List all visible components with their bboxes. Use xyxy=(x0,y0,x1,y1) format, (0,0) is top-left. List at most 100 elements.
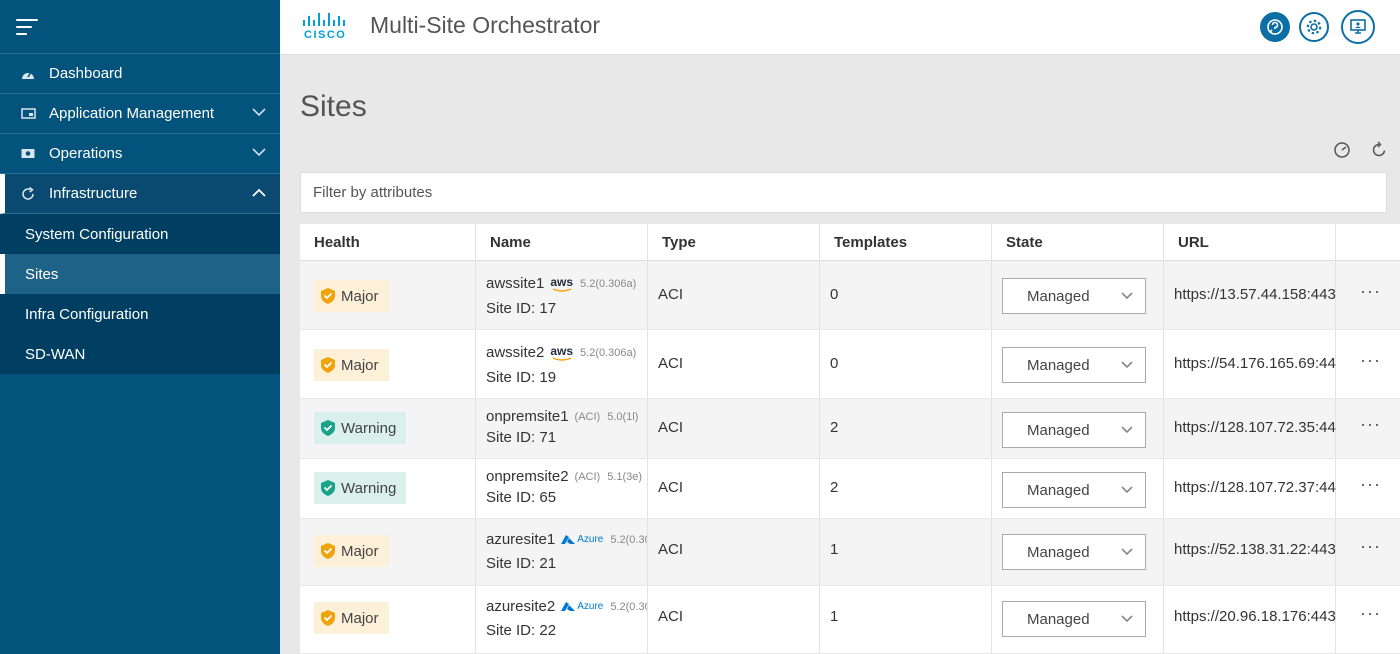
state-value: Managed xyxy=(1027,481,1090,499)
site-id: Site ID: 19 xyxy=(486,369,557,386)
site-url[interactable]: https://54.176.165.69:443 xyxy=(1174,355,1336,372)
table-row[interactable]: Major azuresite2 Azure 5.2(0.306a) Site … xyxy=(300,586,1400,654)
site-version: 5.2(0.306a) xyxy=(610,533,647,546)
column-header-templates[interactable]: Templates xyxy=(820,224,992,261)
chevron-down-icon xyxy=(1121,615,1133,623)
sidebar-item-label: Infrastructure xyxy=(49,185,138,202)
azure-logo: Azure xyxy=(561,601,603,612)
ellipsis-icon[interactable]: ··· xyxy=(1360,603,1381,624)
site-url[interactable]: https://128.107.72.37:443 xyxy=(1174,479,1336,496)
site-url[interactable]: https://13.57.44.158:443 xyxy=(1174,286,1336,303)
ellipsis-icon[interactable]: ··· xyxy=(1360,350,1381,371)
ellipsis-icon[interactable]: ··· xyxy=(1360,536,1381,557)
site-url[interactable]: https://128.107.72.35:443 xyxy=(1174,419,1336,436)
refresh-icon xyxy=(20,186,36,202)
health-label: Major xyxy=(341,287,379,305)
table-row[interactable]: Major azuresite1 Azure 5.2(0.306a) Site … xyxy=(300,519,1400,586)
ellipsis-icon[interactable]: ··· xyxy=(1360,414,1381,435)
site-version: 5.2(0.306a) xyxy=(610,600,647,613)
settings-button[interactable] xyxy=(1299,12,1329,42)
site-url[interactable]: https://52.138.31.22:443 xyxy=(1174,541,1336,558)
column-header-name[interactable]: Name xyxy=(476,224,648,261)
help-button[interactable] xyxy=(1260,12,1290,42)
aws-logo-text: aws xyxy=(550,343,574,358)
sidebar-subitem-infra-configuration[interactable]: Infra Configuration xyxy=(0,294,280,334)
templates-count: 2 xyxy=(830,419,839,436)
azure-logo-text: Azure xyxy=(577,534,604,545)
chevron-down-icon[interactable] xyxy=(252,148,266,157)
state-select[interactable]: Managed xyxy=(1002,472,1146,508)
state-select[interactable]: Managed xyxy=(1002,601,1146,637)
table-row[interactable]: Warning onpremsite2 (ACI) 5.1(3e) Site I… xyxy=(300,459,1400,519)
site-name[interactable]: awssite1 aws 5.2(0.306a) xyxy=(486,275,636,292)
state-select[interactable]: Managed xyxy=(1002,534,1146,570)
console-button[interactable] xyxy=(1341,10,1375,44)
site-id: Site ID: 65 xyxy=(486,489,557,506)
speedometer-icon[interactable] xyxy=(1333,141,1351,159)
column-header-url[interactable]: URL xyxy=(1164,224,1336,261)
shield-icon xyxy=(321,288,335,304)
sidebar-subitem-sd-wan[interactable]: SD-WAN xyxy=(0,334,280,374)
page-title: Sites xyxy=(300,90,367,123)
site-name-text: awssite2 xyxy=(486,344,545,361)
state-value: Managed xyxy=(1027,610,1090,628)
site-version: 5.2(0.306a) xyxy=(580,346,637,359)
state-value: Managed xyxy=(1027,543,1090,561)
table-row[interactable]: Warning onpremsite1 (ACI) 5.0(1l) Site I… xyxy=(300,399,1400,459)
chevron-down-icon xyxy=(1121,486,1133,494)
templates-count: 0 xyxy=(830,355,839,372)
health-label: Warning xyxy=(341,419,397,437)
ellipsis-icon[interactable]: ··· xyxy=(1360,281,1381,302)
site-version: 5.1(3e) xyxy=(607,470,643,483)
sidebar-item-application-management[interactable]: Application Management xyxy=(0,94,280,134)
ellipsis-icon[interactable]: ··· xyxy=(1360,474,1381,495)
chevron-up-icon[interactable] xyxy=(252,188,266,197)
shield-icon xyxy=(321,610,335,626)
shield-icon xyxy=(321,543,335,559)
sidebar-item-label: Operations xyxy=(49,145,123,162)
hamburger-icon[interactable] xyxy=(16,18,38,36)
site-id: Site ID: 21 xyxy=(486,555,557,572)
column-header-state[interactable]: State xyxy=(992,224,1164,261)
site-name[interactable]: awssite2 aws 5.2(0.306a) xyxy=(486,344,636,361)
help-icon xyxy=(1267,19,1283,35)
health-label: Major xyxy=(341,609,379,627)
templates-count: 0 xyxy=(830,286,839,303)
site-name-text: azuresite1 xyxy=(486,531,556,548)
site-id: Site ID: 71 xyxy=(486,429,557,446)
sidebar-subitem-label: Infra Configuration xyxy=(25,305,149,323)
site-name[interactable]: azuresite2 Azure 5.2(0.306a) xyxy=(486,598,647,615)
site-name[interactable]: onpremsite2 (ACI) 5.1(3e) xyxy=(486,468,642,485)
column-header-health[interactable]: Health xyxy=(300,224,476,261)
state-select[interactable]: Managed xyxy=(1002,278,1146,314)
refresh-icon[interactable] xyxy=(1370,141,1388,159)
gauge-icon xyxy=(20,66,36,82)
health-badge: Major xyxy=(314,349,389,381)
chevron-down-icon xyxy=(1121,426,1133,434)
sidebar-item-infrastructure[interactable]: Infrastructure xyxy=(0,174,280,214)
gear-icon xyxy=(1306,19,1322,35)
site-name[interactable]: azuresite1 Azure 5.2(0.306a) xyxy=(486,531,647,548)
filter-input[interactable] xyxy=(300,172,1387,213)
aws-logo: aws xyxy=(550,276,573,292)
shield-icon xyxy=(321,480,335,496)
state-select[interactable]: Managed xyxy=(1002,347,1146,383)
table-row[interactable]: Major awssite1 aws 5.2(0.306a) Site ID: … xyxy=(300,261,1400,330)
site-name[interactable]: onpremsite1 (ACI) 5.0(1l) xyxy=(486,408,638,425)
app-title: Multi-Site Orchestrator xyxy=(370,12,601,38)
sidebar-item-operations[interactable]: Operations xyxy=(0,134,280,174)
column-header-type[interactable]: Type xyxy=(648,224,820,261)
templates-count: 1 xyxy=(830,608,839,625)
state-select[interactable]: Managed xyxy=(1002,412,1146,448)
azure-logo-text: Azure xyxy=(577,601,604,612)
sidebar-subitem-system-configuration[interactable]: System Configuration xyxy=(0,214,280,254)
site-type: ACI xyxy=(658,479,684,496)
sidebar: Dashboard Application Management Operati… xyxy=(0,0,280,654)
state-value: Managed xyxy=(1027,356,1090,374)
sidebar-item-dashboard[interactable]: Dashboard xyxy=(0,54,280,94)
site-url[interactable]: https://20.96.18.176:443 xyxy=(1174,608,1336,625)
chevron-down-icon[interactable] xyxy=(252,108,266,117)
site-name-text: azuresite2 xyxy=(486,598,556,615)
sidebar-subitem-sites[interactable]: Sites xyxy=(0,254,280,294)
table-row[interactable]: Major awssite2 aws 5.2(0.306a) Site ID: … xyxy=(300,330,1400,399)
